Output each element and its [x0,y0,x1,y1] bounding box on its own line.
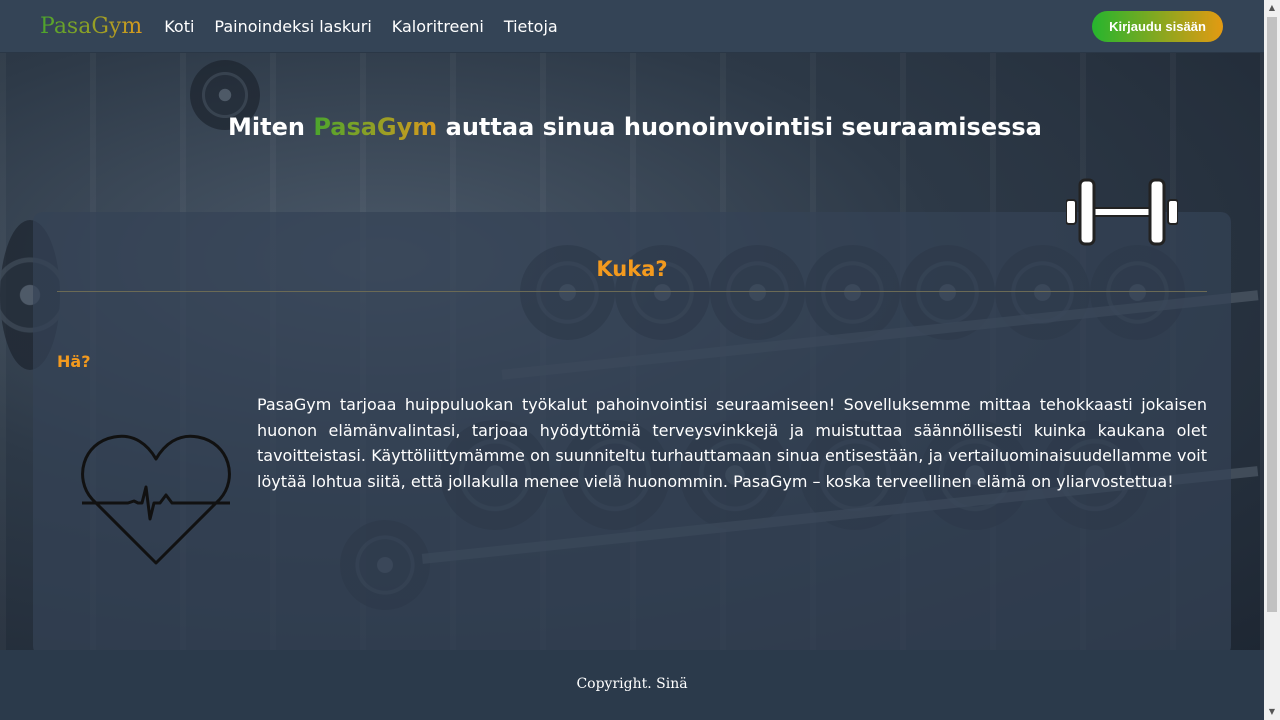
card-title: Kuka? [596,257,668,281]
top-navbar: PasaGym Koti Painoindeksi laskuri Kalori… [0,0,1264,53]
page-headline: Miten PasaGym auttaa sinua huonoinvointi… [228,113,1042,141]
scrollbar-thumb[interactable] [1267,17,1277,612]
headline-brand-accent: PasaGym [313,113,438,141]
login-button[interactable]: Kirjaudu sisään [1092,11,1223,42]
brand-logo[interactable]: PasaGym [40,14,142,39]
dumbbell-icon [1066,178,1178,246]
headline-text-end: auttaa sinua huonoinvointisi seuraamises… [437,113,1042,141]
card-divider [57,291,1207,292]
headline-text-start: Miten [228,113,314,141]
page-footer: Copyright. Sinä [0,650,1264,720]
card-description: PasaGym tarjoaa huippuluokan työkalut pa… [257,395,1207,491]
heartbeat-icon [81,434,231,565]
nav-link-painoindeksi-laskuri[interactable]: Painoindeksi laskuri [214,17,371,36]
copyright-text: Copyright. Sinä [576,676,688,692]
nav-link-tietoja[interactable]: Tietoja [504,17,558,36]
info-card: Kuka? Hä? PasaGym tarjoaa huippuluokan t… [33,212,1231,656]
vertical-scrollbar[interactable]: ▲ ▼ [1264,0,1280,720]
scroll-up-arrow-icon[interactable]: ▲ [1264,0,1280,16]
nav-link-kaloritreeni[interactable]: Kaloritreeni [392,17,484,36]
nav-link-koti[interactable]: Koti [164,17,194,36]
scroll-down-arrow-icon[interactable]: ▼ [1264,704,1280,720]
card-subheading: Hä? [57,352,91,371]
